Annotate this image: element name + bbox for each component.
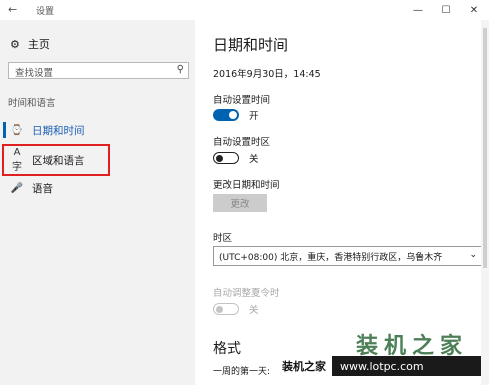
auto-time-label: 自动设置时间 — [213, 95, 271, 106]
dst-toggle[interactable] — [213, 303, 239, 315]
search-placeholder: 查找设置 — [15, 68, 54, 79]
change-datetime-label: 更改日期和时间 — [213, 180, 280, 191]
dst-state: 关 — [249, 305, 259, 316]
auto-timezone-toggle[interactable] — [213, 152, 239, 164]
format-heading: 格式 — [213, 341, 241, 357]
sidebar-item-date-time[interactable]: ⌚ 日期和时间 — [0, 118, 195, 142]
timezone-value: (UTC+08:00) 北京，重庆，香港特别行政区，乌鲁木齐 — [219, 252, 443, 263]
sidebar: ⚙ 主页 查找设置 ⚲ 时间和语言 ⌚ 日期和时间 A字 区域和语言 🎤 语音 — [0, 20, 195, 385]
scrollbar-thumb[interactable] — [483, 28, 487, 268]
close-button[interactable]: ✕ — [463, 2, 485, 18]
first-day-label: 一周的第一天: — [213, 367, 271, 377]
active-indicator — [3, 122, 6, 138]
auto-timezone-label: 自动设置时区 — [213, 137, 271, 148]
page-title: 日期和时间 — [213, 36, 289, 54]
sidebar-item-speech[interactable]: 🎤 语音 — [0, 176, 195, 200]
minimize-button[interactable]: — — [407, 2, 429, 18]
window-title: 设置 — [36, 7, 55, 17]
maximize-button[interactable]: ☐ — [435, 2, 457, 18]
watermark-url: www.lotpc.com — [332, 356, 481, 376]
chevron-down-icon: ⌄ — [469, 250, 477, 260]
change-button[interactable]: 更改 — [213, 194, 267, 212]
watermark-bar: 装机之家 www.lotpc.com — [276, 356, 481, 376]
auto-time-toggle-row: 开 — [213, 108, 259, 122]
sidebar-home[interactable]: ⚙ 主页 — [10, 36, 50, 52]
sidebar-item-label: 日期和时间 — [32, 124, 85, 137]
search-input[interactable]: 查找设置 ⚲ — [8, 62, 189, 79]
sidebar-home-label: 主页 — [27, 38, 50, 51]
auto-time-state: 开 — [249, 111, 259, 122]
microphone-icon: 🎤 — [10, 182, 24, 194]
clock-icon: ⌚ — [10, 124, 24, 136]
current-datetime: 2016年9月30日，14:45 — [213, 69, 321, 80]
gear-icon: ⚙ — [10, 37, 20, 51]
auto-timezone-toggle-row: 关 — [213, 151, 259, 165]
dst-toggle-row: 关 — [213, 302, 259, 316]
sidebar-section-label: 时间和语言 — [8, 98, 56, 109]
dst-label: 自动调整夏令时 — [213, 288, 280, 299]
watermark-left: 装机之家 — [276, 356, 332, 376]
timezone-label: 时区 — [213, 233, 233, 244]
title-bar: ← 设置 — ☐ ✕ — [0, 0, 489, 20]
timezone-select[interactable]: (UTC+08:00) 北京，重庆，香港特别行政区，乌鲁木齐 ⌄ — [213, 246, 483, 266]
window-controls: — ☐ ✕ — [407, 2, 485, 18]
back-arrow-icon[interactable]: ← — [8, 3, 17, 16]
sidebar-item-label: 语音 — [32, 182, 53, 195]
search-icon[interactable]: ⚲ — [177, 64, 184, 75]
auto-time-toggle[interactable] — [213, 109, 239, 121]
highlight-annotation — [2, 144, 110, 176]
scrollbar[interactable] — [481, 20, 489, 385]
auto-timezone-state: 关 — [249, 154, 259, 165]
